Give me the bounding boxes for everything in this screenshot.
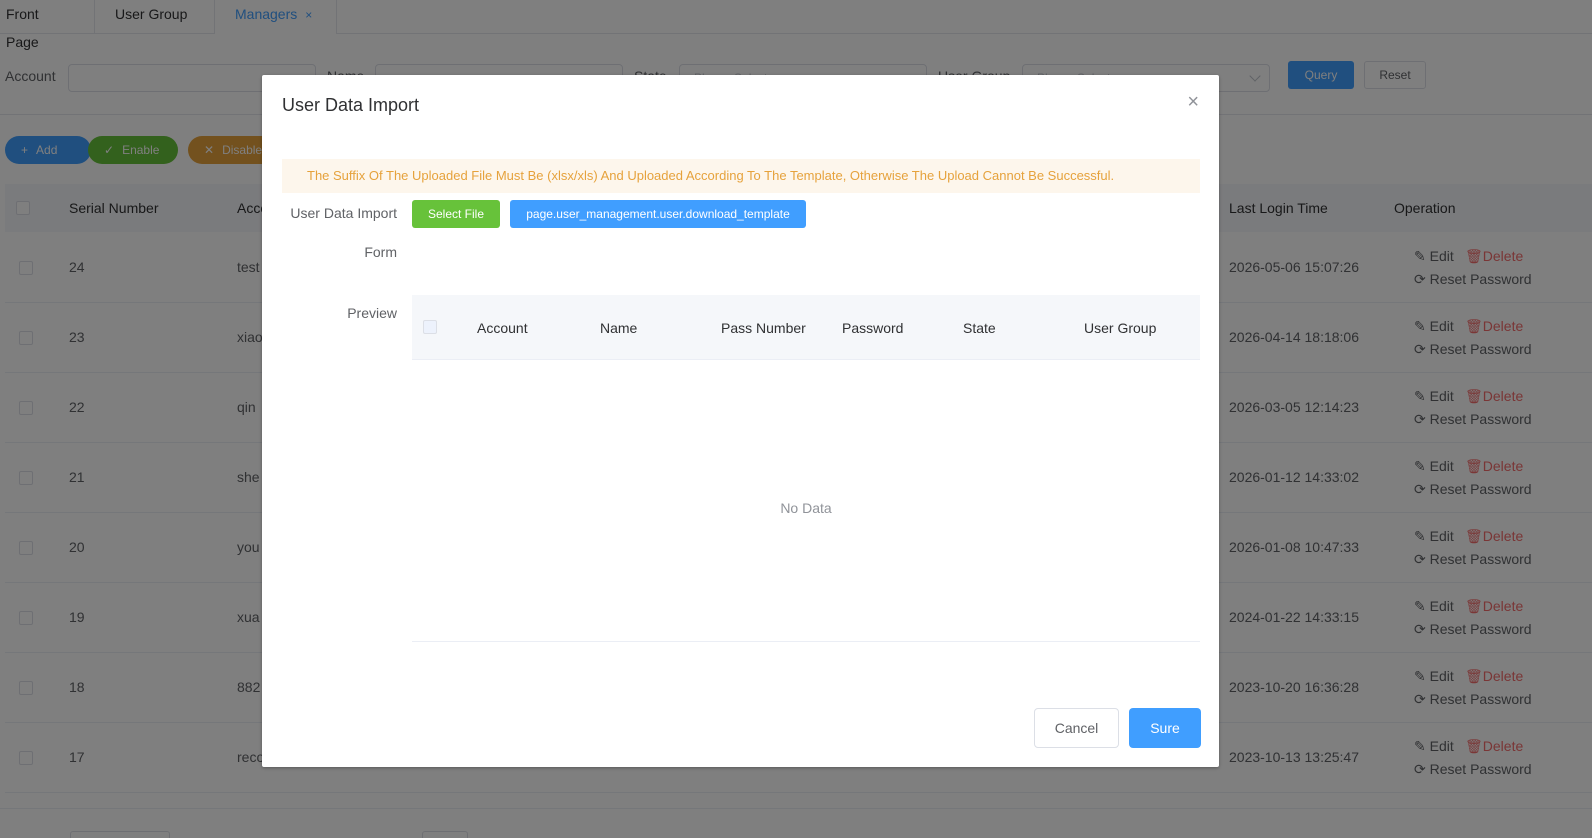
preview-header-name: Name — [600, 320, 638, 336]
download-template-button[interactable]: page.user_management.user.download_templ… — [510, 200, 806, 228]
upload-warning-alert: The Suffix Of The Uploaded File Must Be … — [282, 159, 1200, 193]
import-form-label-cont: Form — [364, 244, 397, 260]
preview-label: Preview — [347, 305, 397, 321]
sure-button[interactable]: Sure — [1129, 708, 1201, 748]
preview-header-user-group: User Group — [1084, 320, 1157, 336]
import-form-label: User Data Import — [290, 205, 397, 221]
preview-header-account: Account — [477, 320, 528, 336]
preview-header-state: State — [963, 320, 996, 336]
preview-header-pass-number: Pass Number — [721, 320, 806, 336]
close-icon[interactable]: × — [1187, 91, 1199, 114]
preview-table: Account Name Pass Number Password State … — [412, 295, 1200, 642]
select-file-button[interactable]: Select File — [412, 200, 500, 228]
dialog-title: User Data Import — [282, 95, 420, 115]
cancel-button[interactable]: Cancel — [1034, 708, 1119, 748]
preview-header-password: Password — [842, 320, 904, 336]
preview-table-header: Account Name Pass Number Password State … — [412, 295, 1200, 360]
user-data-import-dialog: User Data Import × The Suffix Of The Upl… — [262, 75, 1219, 767]
no-data-text: No Data — [780, 500, 832, 516]
preview-select-all-checkbox[interactable] — [423, 320, 437, 334]
